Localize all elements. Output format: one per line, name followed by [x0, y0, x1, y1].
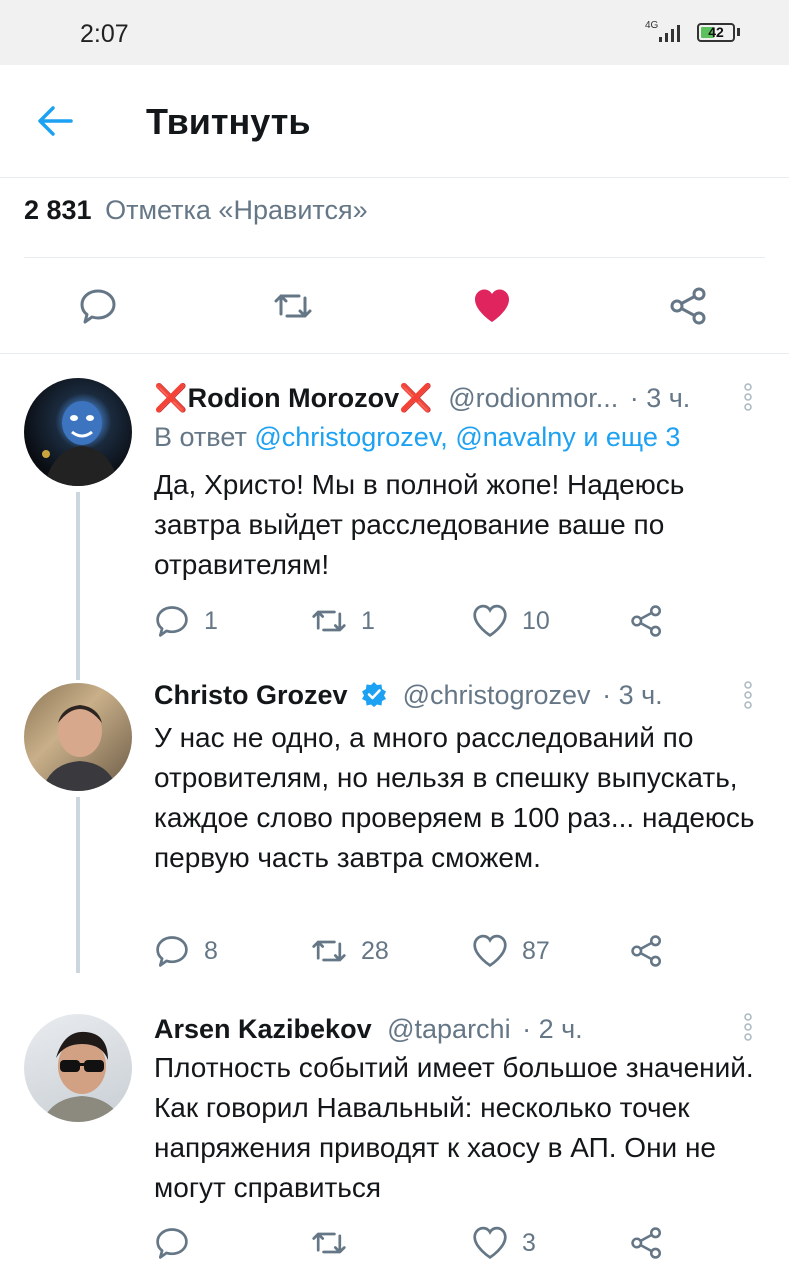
retweet-icon: [312, 610, 346, 632]
reply-button[interactable]: 8: [154, 931, 218, 971]
like-icon: [473, 934, 507, 968]
thread-connector: [76, 797, 80, 973]
retweet-icon: [312, 940, 346, 962]
top-app-bar: Твитнуть: [0, 65, 789, 178]
reply-button[interactable]: [154, 1223, 204, 1263]
reply-count: 8: [204, 936, 218, 965]
like-count: 10: [522, 606, 550, 635]
reply-icon: [156, 1228, 188, 1259]
like-button[interactable]: 10: [472, 601, 550, 641]
more-options-icon[interactable]: [743, 680, 753, 710]
share-icon: [631, 605, 662, 637]
reply-icon: [156, 936, 188, 967]
tweet-header: Arsen Kazibekov @taparchi · 2 ч.: [154, 1014, 583, 1045]
status-bar: 2:07 4G 42: [0, 0, 789, 65]
reply-context: В ответ @christogrozev, @navalny и еще 3: [154, 422, 680, 453]
like-icon: [473, 604, 507, 638]
tweet-text: Да, Христо! Мы в полной жопе! Надеюсь за…: [154, 469, 685, 580]
avatar-image: [42, 1031, 122, 1122]
avatar-image: [42, 401, 120, 486]
tweet-time: · 3 ч.: [602, 680, 663, 710]
retweet-icon: [312, 1232, 346, 1254]
author-name[interactable]: Arsen Kazibekov: [154, 1014, 372, 1044]
name-suffix-emoji: ❌: [399, 383, 433, 413]
tweet-actions: 8 28 87: [154, 931, 714, 971]
reply-mentions[interactable]: @christogrozev, @navalny: [254, 422, 575, 452]
tweet-header: Christo Grozev @christogrozev · 3 ч.: [154, 680, 663, 711]
tweet-actions: 3: [154, 1223, 714, 1263]
verified-badge-icon: [362, 682, 387, 707]
avatar-rodion-morozov[interactable]: [24, 378, 132, 486]
author-name[interactable]: Rodion Morozov: [188, 383, 399, 413]
main-tweet-actions: [0, 258, 789, 354]
page-title: Твитнуть: [146, 101, 311, 142]
reply-more[interactable]: и еще 3: [583, 422, 680, 452]
retweet-button[interactable]: [311, 1223, 361, 1263]
battery-percent: 42: [708, 24, 724, 40]
likes-count: 2 831: [24, 195, 92, 225]
tweet-header: ❌Rodion Morozov❌ @rodionmor... · 3 ч.: [154, 382, 690, 414]
tweet-text: Плотность событий имеет большое значений…: [154, 1052, 754, 1203]
like-button[interactable]: 87: [472, 931, 550, 971]
tweet-text: У нас не одно, а много расследований по …: [154, 722, 755, 873]
share-icon[interactable]: [669, 286, 709, 326]
reply-icon: [156, 606, 188, 637]
share-button[interactable]: [630, 931, 678, 971]
like-icon: [473, 1226, 507, 1260]
battery-tip: [737, 28, 740, 36]
reply-prefix: В ответ: [154, 422, 247, 452]
retweet-count: 1: [361, 606, 375, 635]
share-icon: [631, 935, 662, 967]
like-button[interactable]: 3: [472, 1223, 536, 1263]
signal-icon: [659, 25, 680, 42]
retweet-button[interactable]: 1: [311, 601, 375, 641]
battery-icon: 42: [697, 23, 735, 42]
tweet-actions: 1 1 10: [154, 601, 714, 641]
share-button[interactable]: [630, 601, 678, 641]
like-count: 3: [522, 1228, 536, 1257]
like-filled-icon[interactable]: [472, 286, 512, 326]
retweet-button[interactable]: 28: [311, 931, 389, 971]
share-icon: [631, 1227, 662, 1259]
retweet-icon[interactable]: [273, 286, 313, 326]
reply-button[interactable]: 1: [154, 601, 218, 641]
share-button[interactable]: [630, 1223, 678, 1263]
likes-summary[interactable]: 2 831 Отметка «Нравится»: [24, 195, 368, 226]
tweet-time: · 3 ч.: [629, 383, 691, 413]
likes-label: Отметка «Нравится»: [105, 195, 368, 225]
author-handle[interactable]: @rodionmor...: [448, 383, 618, 413]
retweet-count: 28: [361, 936, 389, 965]
avatar-arsen-kazibekov[interactable]: [24, 1014, 132, 1122]
thread-connector: [76, 492, 80, 680]
back-arrow-icon[interactable]: [35, 103, 75, 139]
more-options-icon[interactable]: [743, 1012, 753, 1042]
author-name[interactable]: Christo Grozev: [154, 680, 348, 710]
author-handle[interactable]: @christogrozev: [403, 680, 591, 710]
tweet-time: · 2 ч.: [522, 1014, 583, 1044]
reply-icon[interactable]: [78, 286, 118, 326]
name-prefix-emoji: ❌: [154, 383, 188, 413]
reply-count: 1: [204, 606, 218, 635]
avatar-christo-grozev[interactable]: [24, 683, 132, 791]
author-handle[interactable]: @taparchi: [387, 1014, 510, 1044]
like-count: 87: [522, 936, 550, 965]
status-time: 2:07: [80, 20, 129, 48]
avatar-image: [42, 705, 118, 791]
more-options-icon[interactable]: [743, 382, 753, 412]
